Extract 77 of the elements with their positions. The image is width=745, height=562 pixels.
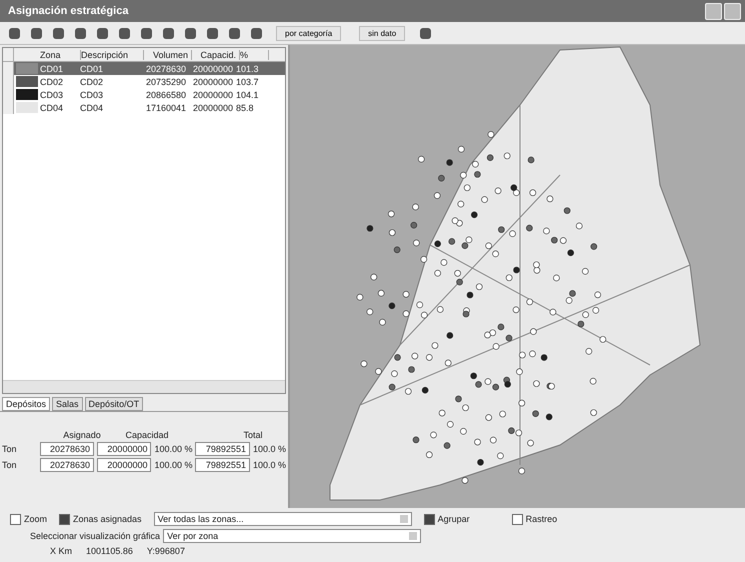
table-row[interactable]: CD03 CD03 20866580 20000000 104.1: [3, 88, 285, 101]
column-header[interactable]: Capacid.: [192, 50, 240, 60]
column-header: Capacidad: [124, 430, 170, 440]
minimize-button[interactable]: [705, 2, 722, 20]
checkbox[interactable]: Rastreo: [512, 514, 558, 524]
percent-label: 100.0 %: [252, 460, 286, 470]
table-cell-text: 17160041: [144, 102, 187, 112]
table-cell-text: 20000000: [192, 64, 234, 74]
table-cell-text: CD01: [80, 64, 104, 74]
table-row[interactable]: CD01 CD01 20278630 20000000 101.3: [3, 62, 285, 75]
column-header[interactable]: Volumen: [144, 50, 192, 60]
maximize-button[interactable]: [724, 2, 741, 20]
table-cell-text: CD04: [40, 102, 64, 112]
table-cell-text: CD04: [80, 102, 104, 112]
percent-label: 100.0 %: [252, 444, 286, 454]
table-cell-text: 20000000: [192, 102, 234, 112]
toolbar-icon[interactable]: [94, 25, 110, 41]
table-cell-text: 104.1: [236, 90, 260, 100]
table-cell-text: 103.7: [236, 76, 260, 86]
table-row[interactable]: CD04 CD04 17160041 20000000 85.8: [3, 101, 285, 114]
tab[interactable]: Depósitos: [2, 397, 50, 411]
horizontal-scrollbar[interactable]: [3, 380, 285, 393]
checkbox[interactable]: Zoom: [10, 514, 48, 524]
table-cell-text: 20000000: [192, 90, 234, 100]
toolbar-icon[interactable]: [6, 25, 22, 41]
table-cell-text: CD02: [80, 76, 104, 86]
table-cell-text: 20866580: [144, 90, 187, 100]
tab[interactable]: Depósito/OT: [84, 397, 144, 411]
coordinate-value: 1001105.86: [86, 546, 133, 556]
category-button[interactable]: por categoría: [276, 26, 342, 40]
toolbar-icon[interactable]: [138, 25, 154, 41]
coordinate-value: Y:996807: [146, 546, 185, 556]
toolbar-icon[interactable]: [417, 25, 434, 41]
table-cell-text: CD03: [40, 90, 64, 100]
percent-label: 100.00 %: [154, 444, 192, 454]
column-header: Asignado: [62, 430, 102, 440]
table-cell-text: 101.3: [236, 64, 260, 74]
table-cell-text: CD03: [80, 90, 104, 100]
toolbar-icon[interactable]: [28, 25, 44, 41]
toolbar-icon[interactable]: [116, 25, 132, 41]
coordinate-label: X Km: [50, 546, 72, 556]
table-cell-text: 20000000: [192, 76, 234, 86]
view-dropdown[interactable]: Ver por zona: [163, 529, 422, 543]
view-label: Seleccionar visualización gráfica: [30, 531, 160, 541]
checkbox[interactable]: Agrupar: [424, 514, 470, 524]
assigned-field[interactable]: 20278630: [40, 458, 94, 472]
total-field[interactable]: 79892551: [195, 442, 250, 456]
toolbar-icon[interactable]: [204, 25, 220, 41]
table-cell-text: CD01: [40, 64, 64, 74]
capacity-field[interactable]: 20000000: [96, 442, 152, 456]
assigned-field[interactable]: 20278630: [40, 442, 94, 456]
toolbar-icon[interactable]: [248, 25, 264, 41]
table-cell-text: CD02: [40, 76, 64, 86]
toolbar-icon[interactable]: [50, 25, 66, 41]
toolbar-icon[interactable]: [72, 25, 88, 41]
column-header[interactable]: Zona: [40, 50, 81, 60]
toolbar-icon[interactable]: [182, 25, 198, 41]
total-field[interactable]: 79892551: [195, 458, 250, 472]
capacity-field[interactable]: 20000000: [96, 458, 152, 472]
percent-label: 100.00 %: [154, 460, 192, 470]
table-cell-text: 20278630: [144, 64, 187, 74]
table-cell-text: 20735290: [144, 76, 187, 86]
window-title: Asignación estratégica: [8, 5, 128, 17]
column-header[interactable]: %: [240, 50, 269, 60]
zones-dropdown[interactable]: Ver todas las zonas...: [154, 512, 412, 526]
no-data-button[interactable]: sin dato: [359, 26, 406, 40]
unit-label: Ton: [2, 444, 18, 454]
checkbox[interactable]: Zonas asignadas: [59, 514, 142, 524]
toolbar-icon[interactable]: [226, 25, 242, 41]
toolbar-icon[interactable]: [160, 25, 176, 41]
table-cell-text: 85.8: [236, 102, 255, 112]
column-header[interactable]: Descripción: [81, 50, 144, 60]
column-header: Total: [242, 430, 264, 440]
tab[interactable]: Salas: [52, 397, 83, 411]
unit-label: Ton: [2, 460, 18, 470]
table-row[interactable]: CD02 CD02 20735290 20000000 103.7: [3, 75, 285, 88]
map-view[interactable]: [290, 45, 745, 508]
